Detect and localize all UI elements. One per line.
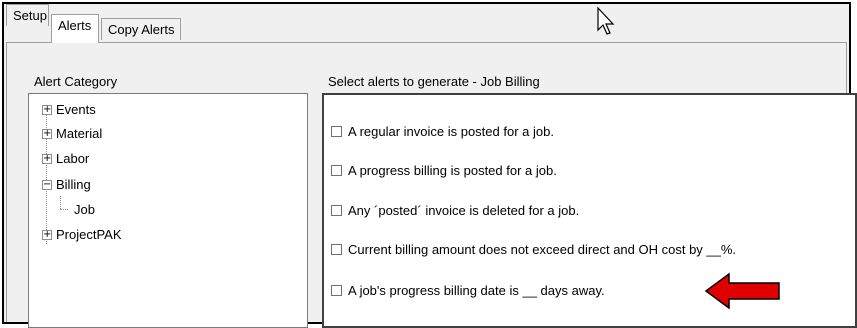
expand-icon[interactable]: + (42, 129, 52, 139)
alert-category-label: Alert Category (34, 74, 118, 89)
expand-icon[interactable]: + (42, 105, 52, 115)
tree-item-label: Material (56, 126, 103, 141)
tree-item-label: Job (74, 202, 95, 217)
select-alerts-label: Select alerts to generate - Job Billing (328, 74, 540, 89)
tree-item-label: Billing (56, 177, 91, 192)
tree-item-label: Labor (56, 151, 90, 166)
tab-copy-alerts[interactable]: Copy Alerts (101, 18, 181, 40)
checkbox[interactable] (331, 205, 342, 216)
red-arrow-icon (704, 272, 780, 310)
tab-setup[interactable]: Setup (6, 4, 49, 26)
checkbox[interactable] (331, 244, 342, 255)
alert-option-label: Current billing amount does not exceed d… (348, 242, 737, 257)
tree-item-label: Events (56, 102, 96, 117)
tree-item-label: ProjectPAK (56, 227, 122, 242)
alert-option[interactable]: A job's progress billing date is __ days… (331, 282, 605, 300)
collapse-icon[interactable]: − (42, 180, 52, 190)
tab-alerts[interactable]: Alerts (51, 14, 99, 43)
alert-option-label: A job's progress billing date is __ days… (348, 283, 605, 298)
tree-line (60, 209, 68, 210)
alert-option[interactable]: Current billing amount does not exceed d… (331, 241, 736, 259)
checkbox[interactable] (331, 165, 342, 176)
alert-option[interactable]: A progress billing is posted for a job. (331, 162, 557, 180)
checkbox[interactable] (331, 126, 342, 137)
expand-icon[interactable]: + (42, 154, 52, 164)
alert-option-label: Any ´posted´ invoice is deleted for a jo… (348, 203, 580, 218)
tree-line (60, 196, 61, 209)
alert-option[interactable]: Any ´posted´ invoice is deleted for a jo… (331, 202, 579, 220)
alert-option[interactable]: A regular invoice is posted for a job. (331, 123, 554, 141)
checkbox[interactable] (331, 285, 342, 296)
alert-option-label: A regular invoice is posted for a job. (348, 124, 554, 139)
mouse-cursor-icon (597, 6, 615, 35)
alert-option-label: A progress billing is posted for a job. (348, 163, 557, 178)
expand-icon[interactable]: + (42, 230, 52, 240)
